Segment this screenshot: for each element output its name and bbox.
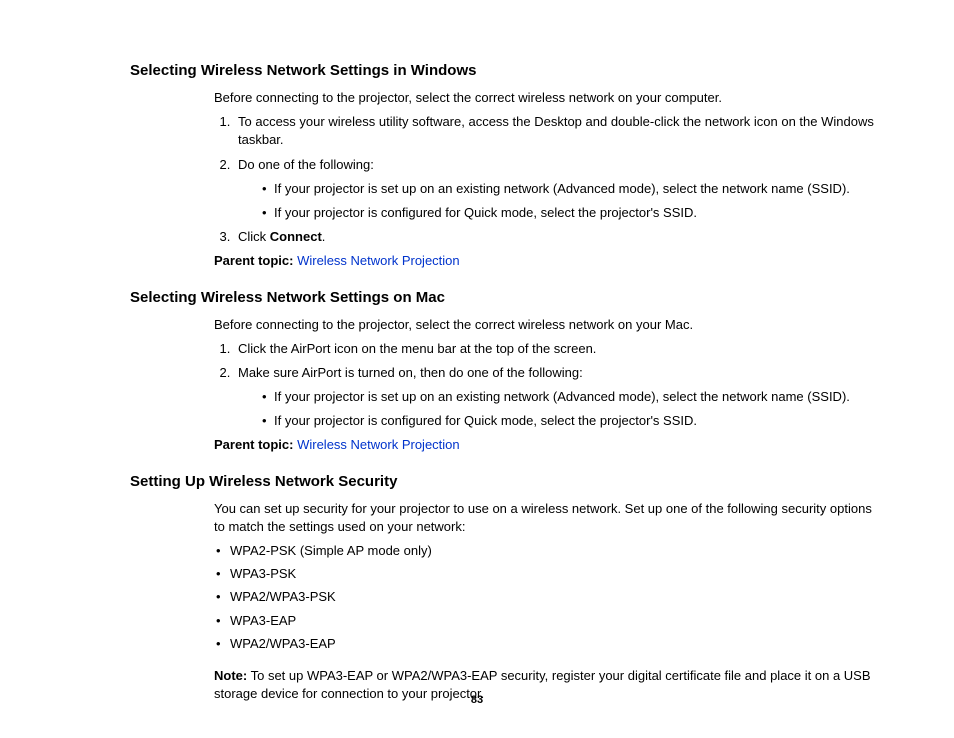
parent-topic-label: Parent topic: — [214, 253, 293, 268]
bullet-item: WPA3-EAP — [214, 612, 884, 630]
sub-bullets: If your projector is set up on an existi… — [262, 388, 884, 430]
step-item: To access your wireless utility software… — [234, 113, 884, 149]
bullet-item: If your projector is set up on an existi… — [262, 388, 884, 406]
intro-text: Before connecting to the projector, sele… — [214, 316, 884, 334]
step-prefix: Click — [238, 229, 270, 244]
intro-text: Before connecting to the projector, sele… — [214, 89, 884, 107]
bullet-item: If your projector is configured for Quic… — [262, 204, 884, 222]
bullet-item: If your projector is set up on an existi… — [262, 180, 884, 198]
steps-list: To access your wireless utility software… — [214, 113, 884, 246]
bullet-item: If your projector is configured for Quic… — [262, 412, 884, 430]
bullet-item: WPA2-PSK (Simple AP mode only) — [214, 542, 884, 560]
parent-topic: Parent topic: Wireless Network Projectio… — [214, 436, 884, 454]
section-heading-windows: Selecting Wireless Network Settings in W… — [130, 60, 884, 81]
step-item: Do one of the following: If your project… — [234, 156, 884, 223]
section-heading-security: Setting Up Wireless Network Security — [130, 471, 884, 492]
sub-bullets: If your projector is set up on an existi… — [262, 180, 884, 222]
steps-list: Click the AirPort icon on the menu bar a… — [214, 340, 884, 431]
step-text: Make sure AirPort is turned on, then do … — [238, 365, 583, 380]
parent-topic-label: Parent topic: — [214, 437, 293, 452]
step-text: Do one of the following: — [238, 157, 374, 172]
bullet-item: WPA2/WPA3-EAP — [214, 635, 884, 653]
parent-topic-link[interactable]: Wireless Network Projection — [297, 437, 460, 452]
note-label: Note: — [214, 668, 247, 683]
step-suffix: . — [322, 229, 326, 244]
parent-topic: Parent topic: Wireless Network Projectio… — [214, 252, 884, 270]
section-heading-mac: Selecting Wireless Network Settings on M… — [130, 287, 884, 308]
bullet-item: WPA3-PSK — [214, 565, 884, 583]
step-item: Click Connect. — [234, 228, 884, 246]
bullet-item: WPA2/WPA3-PSK — [214, 588, 884, 606]
security-options-list: WPA2-PSK (Simple AP mode only) WPA3-PSK … — [214, 542, 884, 653]
intro-text: You can set up security for your project… — [214, 500, 884, 536]
step-item: Click the AirPort icon on the menu bar a… — [234, 340, 884, 358]
step-bold: Connect — [270, 229, 322, 244]
page-number: 83 — [0, 693, 954, 708]
parent-topic-link[interactable]: Wireless Network Projection — [297, 253, 460, 268]
step-item: Make sure AirPort is turned on, then do … — [234, 364, 884, 431]
